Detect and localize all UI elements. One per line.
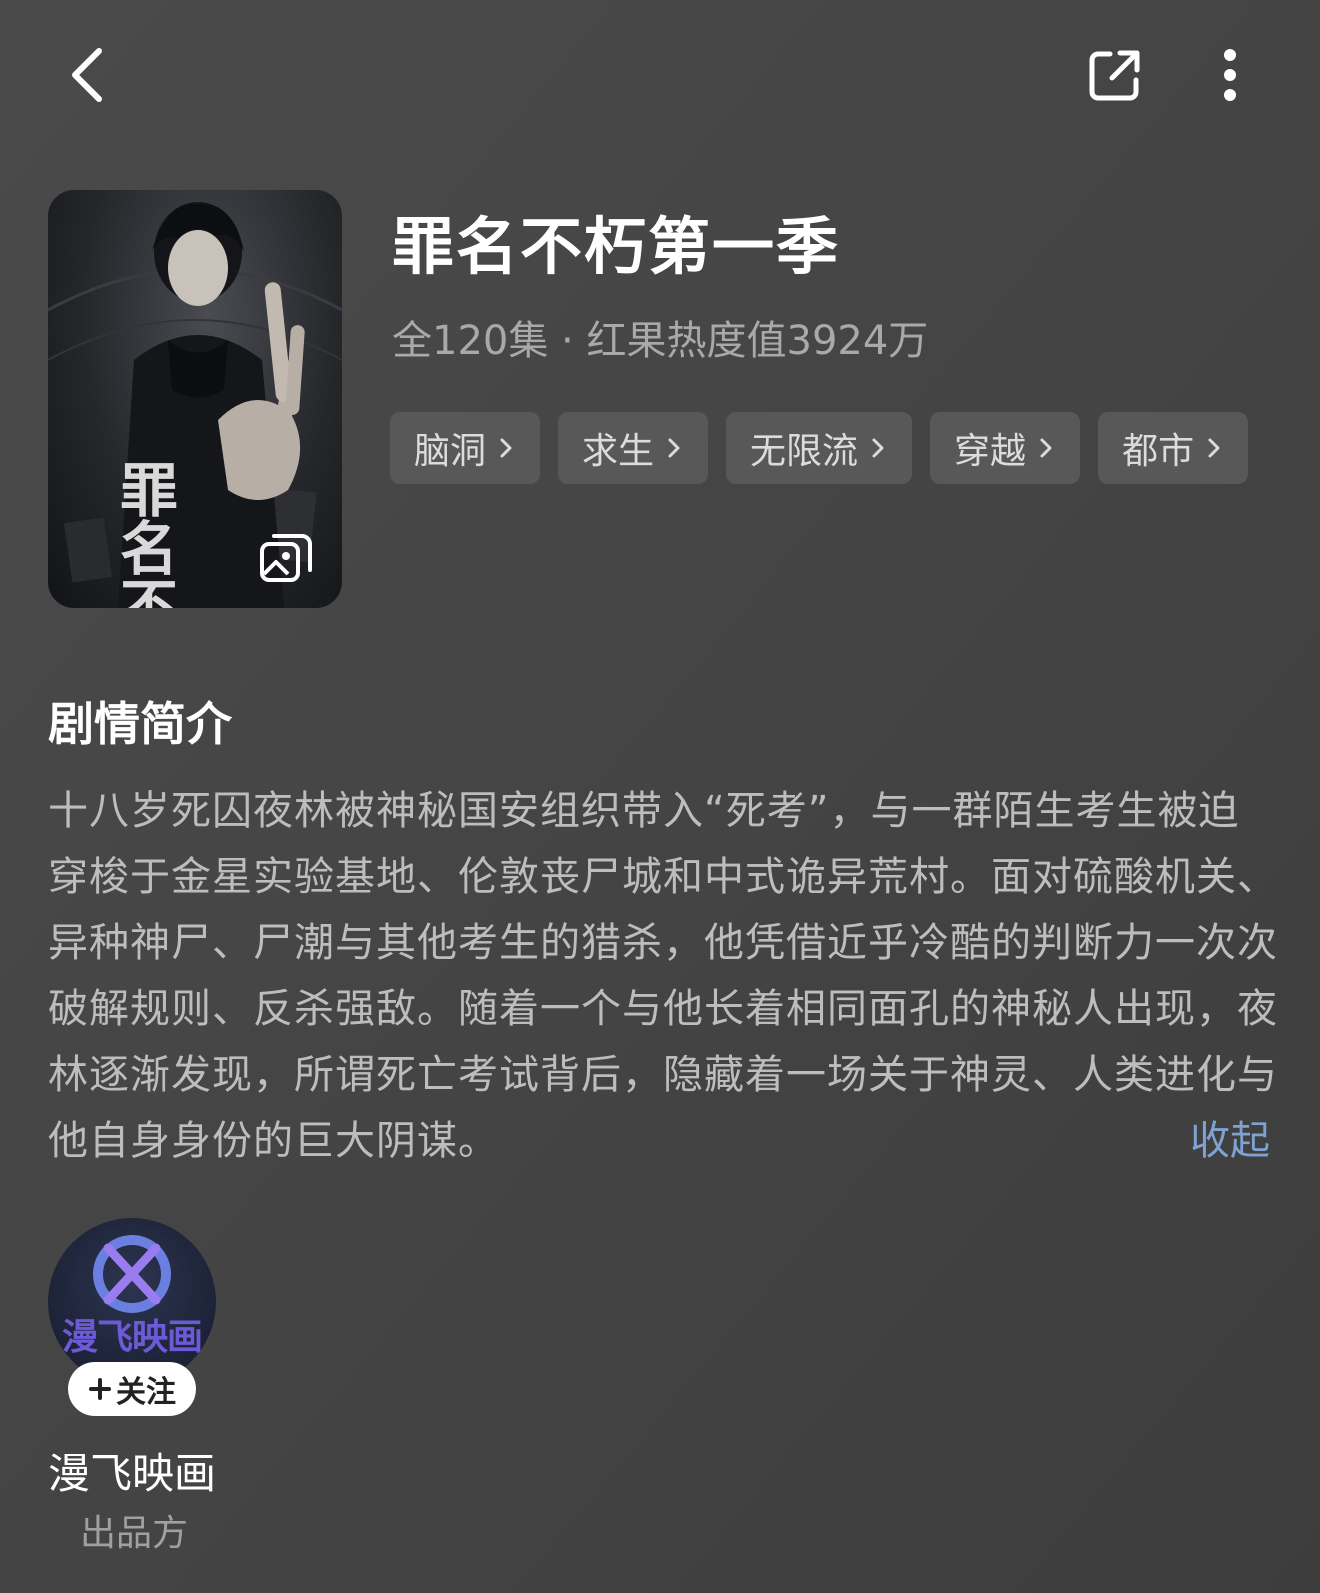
- plus-icon: [89, 1378, 111, 1400]
- producer-logo: [93, 1235, 171, 1313]
- follow-button[interactable]: 关注: [68, 1362, 196, 1416]
- drama-meta: 全120集 · 红果热度值3924万: [392, 318, 929, 364]
- collapse-link[interactable]: 收起: [1190, 1108, 1270, 1166]
- chevron-left-icon: [72, 48, 102, 102]
- tag-label: 无限流: [750, 431, 859, 472]
- poster-gallery-button[interactable]: [258, 530, 314, 586]
- chevron-right-icon: [872, 438, 884, 458]
- synopsis-heading: 剧情简介: [48, 697, 232, 751]
- tag-label: 脑洞: [414, 431, 487, 472]
- tag-chip[interactable]: 都市: [1098, 412, 1249, 484]
- top-bar: [0, 0, 1320, 160]
- drama-title: 罪名不朽第一季: [392, 210, 841, 283]
- image-gallery-icon: [260, 534, 312, 582]
- producer-avatar[interactable]: 漫飞映画: [48, 1218, 216, 1386]
- tag-chip[interactable]: 穿越: [930, 412, 1081, 484]
- chevron-right-icon: [500, 438, 512, 458]
- tag-list: 脑洞 求生 无限流 穿越 都市: [390, 412, 1249, 484]
- tag-label: 穿越: [954, 431, 1027, 472]
- share-icon: [1089, 50, 1140, 101]
- chevron-right-icon: [668, 438, 680, 458]
- producer-role: 出品方: [80, 1513, 189, 1554]
- follow-label: 关注: [116, 1375, 176, 1410]
- tag-chip[interactable]: 无限流: [726, 412, 913, 484]
- chevron-right-icon: [1208, 438, 1220, 458]
- producer-avatar-wordmark: 漫飞映画: [61, 1317, 203, 1358]
- more-button[interactable]: [1200, 40, 1260, 110]
- more-vertical-icon: [1224, 49, 1236, 101]
- tag-chip[interactable]: 脑洞: [390, 412, 541, 484]
- producer-name[interactable]: 漫飞映画: [48, 1440, 216, 1501]
- tag-label: 求生: [582, 431, 655, 472]
- synopsis-text: 十八岁死囚夜林被神秘国安组织带入“死考”，与一群陌生考生被迫穿梭于金星实验基地、…: [48, 788, 1278, 1164]
- chevron-right-icon: [1040, 438, 1052, 458]
- tag-chip[interactable]: 求生: [558, 412, 709, 484]
- tag-label: 都市: [1122, 431, 1195, 472]
- poster-title-text: 罪名不朽: [110, 460, 178, 608]
- back-button[interactable]: [52, 40, 122, 110]
- share-button[interactable]: [1080, 40, 1150, 110]
